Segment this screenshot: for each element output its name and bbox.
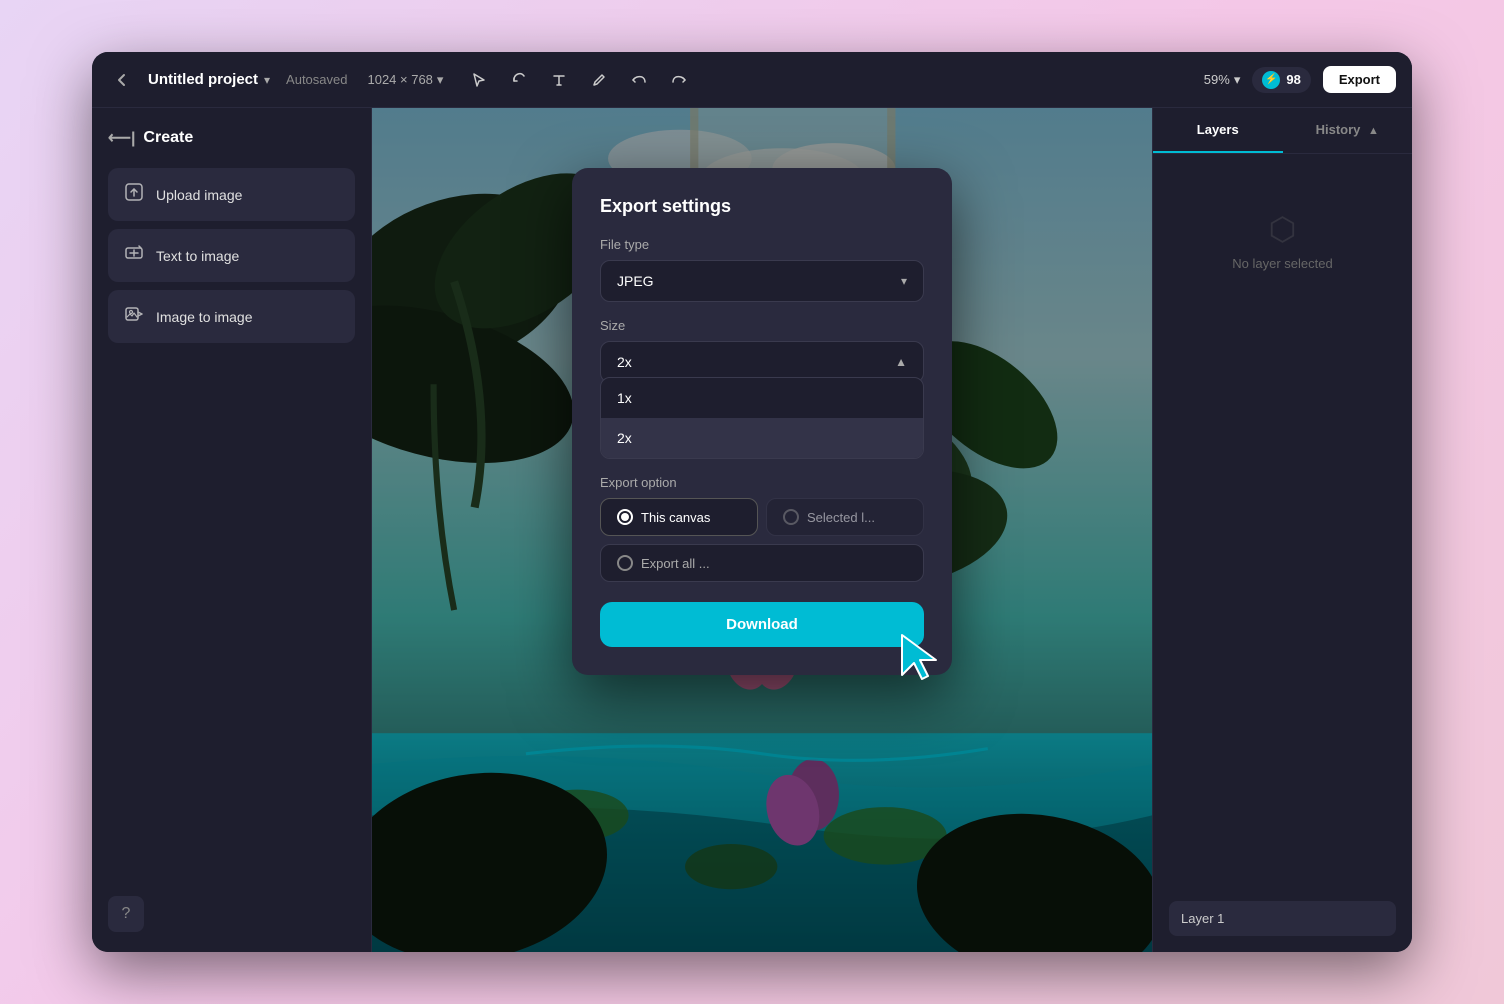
cursor-arrow [894, 627, 954, 687]
file-type-chevron: ▾ [901, 274, 907, 288]
modal-overlay: Export settings File type JPEG ▾ Size 2x… [372, 108, 1152, 952]
sidebar: ⟵| Create Upload image [92, 108, 372, 952]
canvas-size-chevron: ▾ [437, 72, 444, 88]
this-canvas-radio [617, 509, 633, 525]
download-button[interactable]: Download [600, 602, 924, 647]
size-label: Size [600, 318, 924, 333]
pen-tool[interactable] [587, 68, 611, 92]
export-all-radio [617, 555, 633, 571]
project-dropdown-icon: ▾ [264, 73, 270, 87]
redo-tool[interactable] [667, 68, 691, 92]
zoom-chevron: ▾ [1234, 72, 1241, 88]
download-area: Download [600, 602, 924, 647]
rotate-tool[interactable] [507, 68, 531, 92]
size-option-2x[interactable]: 2x [601, 418, 923, 458]
upload-icon [124, 182, 144, 207]
sidebar-header: ⟵| Create [108, 128, 355, 148]
size-dropdown: 1x 2x [600, 377, 924, 459]
zoom-control[interactable]: 59% ▾ [1204, 72, 1241, 88]
help-icon: ? [122, 905, 131, 923]
file-type-value: JPEG [617, 273, 654, 289]
sidebar-item-upload[interactable]: Upload image [108, 168, 355, 221]
credits-badge: ⚡ 98 [1252, 67, 1310, 93]
back-button[interactable] [108, 66, 136, 94]
header-tools [467, 68, 691, 92]
project-title-area[interactable]: Untitled project ▾ [148, 71, 270, 88]
project-title: Untitled project [148, 71, 258, 88]
no-layer-text: ⬡ No layer selected [1169, 210, 1396, 271]
export-all-label: Export all ... [641, 556, 710, 571]
export-all-button[interactable]: Export all ... [600, 544, 924, 582]
text-tool[interactable] [547, 68, 571, 92]
size-chevron: ▲ [895, 355, 907, 369]
file-type-label: File type [600, 237, 924, 252]
modal-title: Export settings [600, 196, 924, 217]
credits-icon: ⚡ [1262, 71, 1280, 89]
sidebar-title: Create [143, 129, 193, 147]
text-to-image-icon [124, 243, 144, 268]
sidebar-item-image-to-image-label: Image to image [156, 309, 253, 325]
canvas-area[interactable]: Export settings File type JPEG ▾ Size 2x… [372, 108, 1152, 952]
export-button[interactable]: Export [1323, 66, 1396, 93]
sidebar-back-icon: ⟵| [108, 128, 135, 148]
header: Untitled project ▾ Autosaved 1024 × 768 … [92, 52, 1412, 108]
this-canvas-option[interactable]: This canvas [600, 498, 758, 536]
panel-content: ⬡ No layer selected Layer 1 [1153, 154, 1412, 952]
layer-item-1[interactable]: Layer 1 [1169, 901, 1396, 936]
zoom-value: 59% [1204, 72, 1230, 87]
image-to-image-icon [124, 304, 144, 329]
sidebar-item-text-to-image[interactable]: Text to image [108, 229, 355, 282]
export-option-label: Export option [600, 475, 924, 490]
app-window: Untitled project ▾ Autosaved 1024 × 768 … [92, 52, 1412, 952]
selected-option: Selected l... [766, 498, 924, 536]
export-modal: Export settings File type JPEG ▾ Size 2x… [572, 168, 952, 675]
help-button[interactable]: ? [108, 896, 144, 932]
sidebar-item-image-to-image[interactable]: Image to image [108, 290, 355, 343]
panel-tabs: Layers History ▲ [1153, 108, 1412, 154]
tab-layers[interactable]: Layers [1153, 108, 1283, 153]
history-chevron: ▲ [1368, 125, 1379, 137]
right-panel: Layers History ▲ ⬡ No layer selected Lay… [1152, 108, 1412, 952]
selected-label: Selected l... [807, 510, 875, 525]
file-type-select[interactable]: JPEG ▾ [600, 260, 924, 302]
selected-radio [783, 509, 799, 525]
credits-count: 98 [1286, 72, 1300, 87]
undo-tool[interactable] [627, 68, 651, 92]
canvas-size-value: 1024 × 768 [367, 72, 432, 87]
sidebar-item-text-to-image-label: Text to image [156, 248, 239, 264]
sidebar-item-upload-label: Upload image [156, 187, 242, 203]
main-area: ⟵| Create Upload image [92, 108, 1412, 952]
canvas-size[interactable]: 1024 × 768 ▾ [367, 72, 443, 88]
export-option-row-1: This canvas Selected l... [600, 498, 924, 536]
size-option-1x[interactable]: 1x [601, 378, 923, 418]
tab-history[interactable]: History ▲ [1283, 108, 1413, 153]
autosaved-label: Autosaved [286, 72, 347, 87]
this-canvas-label: This canvas [641, 510, 710, 525]
export-options: This canvas Selected l... Export all ... [600, 498, 924, 582]
size-value: 2x [617, 354, 632, 370]
select-tool[interactable] [467, 68, 491, 92]
